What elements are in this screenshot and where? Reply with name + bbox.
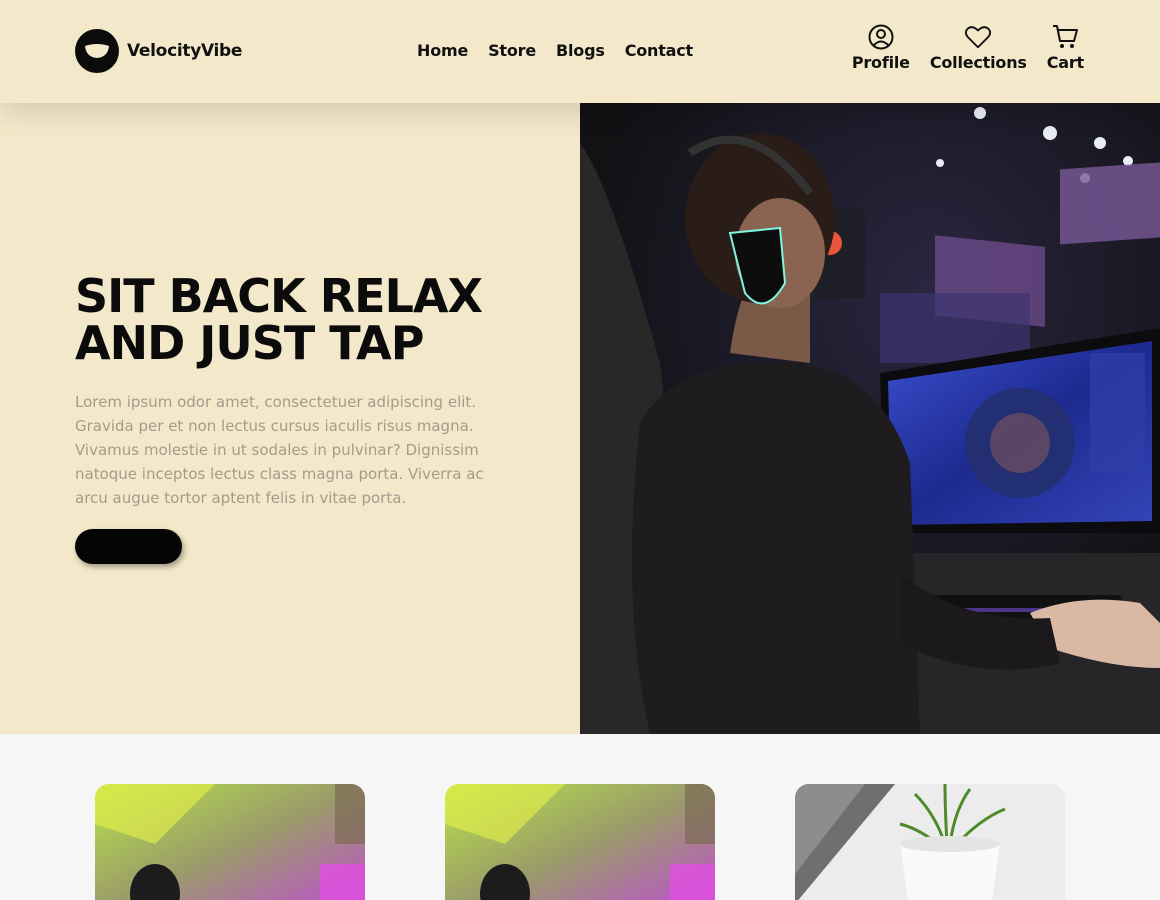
white-potted-plant-photo[interactable] (795, 784, 1065, 900)
gamer-with-headset-playing-on-monitor-photo (580, 103, 1160, 734)
brand[interactable]: VelocityVibe (75, 29, 242, 73)
site-header: VelocityVibe Home Store Blogs Contact Pr… (0, 0, 1160, 103)
cart-label: Cart (1046, 53, 1084, 72)
heart-icon (965, 26, 992, 49)
hero-title-line2: AND JUST TAP (75, 316, 424, 370)
hero-section: SIT BACK RELAX AND JUST TAP Lorem ipsum … (0, 103, 580, 734)
profile-button[interactable]: Profile (852, 23, 910, 72)
neon-gaming-room-chair-photo[interactable] (95, 784, 365, 900)
nav-contact[interactable]: Contact (625, 41, 694, 60)
header-actions: Profile Collections Cart (852, 23, 1084, 72)
hero-description: Lorem ipsum odor amet, consectetuer adip… (75, 393, 484, 507)
hero-title: SIT BACK RELAX AND JUST TAP (75, 273, 535, 367)
smile-face-icon (75, 29, 119, 73)
collections-label: Collections (929, 53, 1027, 72)
hero-title-line1: SIT BACK RELAX (75, 269, 483, 323)
cart-button[interactable]: Cart (1047, 23, 1084, 72)
hero-cta-button[interactable] (75, 529, 182, 564)
brand-name: VelocityVibe (127, 41, 243, 61)
cards-section (0, 734, 1160, 900)
nav-store[interactable]: Store (488, 41, 536, 60)
main-nav: Home Store Blogs Contact (417, 41, 693, 60)
cart-icon (1053, 25, 1079, 48)
profile-label: Profile (851, 53, 910, 72)
collections-button[interactable]: Collections (930, 23, 1027, 72)
nav-home[interactable]: Home (417, 41, 468, 60)
neon-gaming-room-chair-photo-2[interactable] (445, 784, 715, 900)
user-circle-icon (868, 24, 894, 50)
nav-blogs[interactable]: Blogs (556, 41, 605, 60)
